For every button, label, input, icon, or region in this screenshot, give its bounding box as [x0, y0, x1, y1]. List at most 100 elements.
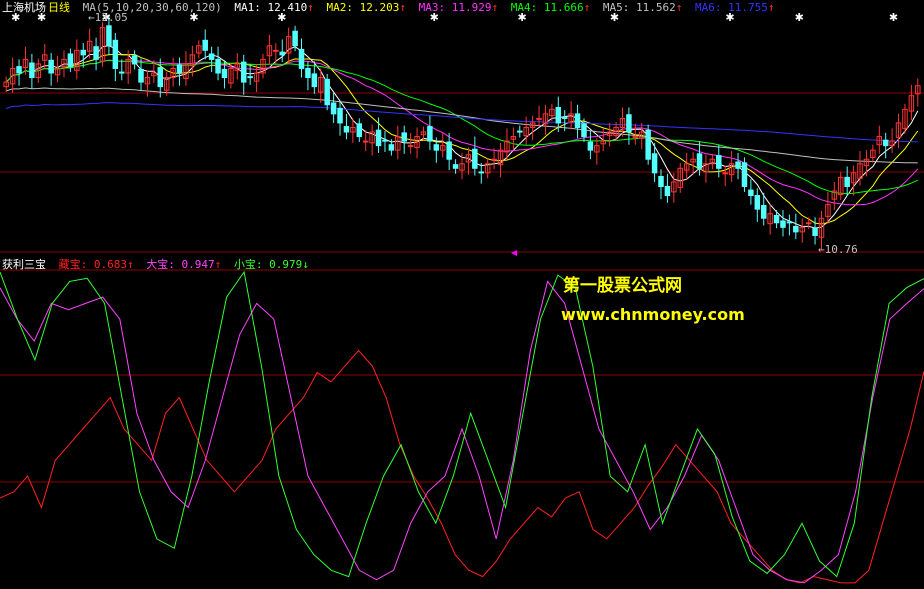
- candle-body: [716, 155, 722, 169]
- candle-body: [324, 78, 330, 106]
- candle-body: [786, 221, 793, 224]
- candle-body: [882, 139, 889, 147]
- chart-canvas[interactable]: ✱ ✱ ✱ ✱ ✱ ✱ ✱ ✱ ✱ ✱ ✱: [0, 0, 924, 589]
- candle-body: [157, 67, 164, 88]
- candle-body: [696, 153, 703, 169]
- candle-body: [382, 139, 388, 142]
- ma2-readout: MA2: 12.203↑: [326, 1, 406, 14]
- xiaobao-readout: 小宝: 0.979↓: [233, 258, 309, 271]
- candle-body: [298, 48, 305, 69]
- indicator-series-2: [0, 280, 924, 584]
- ma1-readout: MA1: 12.410↑: [234, 1, 314, 14]
- indicator-lines: [0, 270, 924, 584]
- candle-body: [292, 30, 298, 47]
- candle-body: [812, 227, 818, 236]
- candle-body: [472, 148, 478, 169]
- watermark-url: www.chnmoney.com: [561, 305, 745, 324]
- candle-body: [208, 53, 215, 60]
- ma-line-6: [6, 102, 918, 143]
- ma3-readout: MA3: 11.929↑: [418, 1, 499, 14]
- candle-body: [215, 58, 221, 74]
- candle-body: [48, 59, 54, 74]
- candle-body: [491, 158, 497, 161]
- candle-body: [67, 53, 74, 68]
- candle-body: [106, 25, 112, 47]
- candle-body: [651, 153, 658, 174]
- candle-body: [16, 66, 22, 74]
- candle-body: [202, 39, 208, 51]
- candle-body: [119, 71, 125, 74]
- indicator-series-3: [0, 270, 924, 578]
- candle-body: [176, 64, 183, 74]
- candle-body: [337, 107, 343, 124]
- candle-body: [658, 175, 664, 187]
- indicator-series-1: [0, 349, 924, 584]
- indicator-name[interactable]: 获利三宝: [2, 258, 46, 271]
- signal-star-icon: ✱: [795, 11, 804, 24]
- candle-body: [773, 215, 780, 224]
- candle-body: [517, 130, 523, 133]
- ma-line-5: [6, 87, 918, 164]
- candle-body: [555, 106, 562, 124]
- candle-body: [793, 225, 799, 233]
- candle-body: [664, 185, 671, 197]
- candle-body: [561, 116, 568, 119]
- candle-body: [247, 76, 253, 79]
- candle-body: [356, 123, 363, 138]
- candle-body: [760, 205, 767, 219]
- candle-body: [93, 46, 99, 60]
- candle-body: [29, 62, 35, 79]
- candle-body: [645, 129, 651, 160]
- candle-body: [240, 61, 247, 83]
- candle-body: [754, 195, 761, 210]
- candle-body: [741, 162, 748, 187]
- candlestick-series: [3, 14, 921, 250]
- candle-body: [581, 123, 587, 138]
- candle-body: [80, 49, 86, 56]
- candle-body: [407, 145, 414, 148]
- ma4-readout: MA4: 11.666↑: [510, 1, 591, 14]
- candle-body: [375, 129, 382, 147]
- ma6-readout: MA6: 11.755↑: [694, 1, 775, 14]
- candle-body: [112, 39, 119, 69]
- indicator-header: 获利三宝 藏宝: 0.683↑ 大宝: 0.947↑ 小宝: 0.979↓: [2, 258, 315, 271]
- ma5-readout: MA5: 11.562↑: [602, 1, 683, 14]
- candle-body: [311, 73, 318, 88]
- candle-body: [279, 51, 285, 56]
- candle-body: [273, 49, 279, 52]
- signal-star-icon: ✱: [889, 11, 898, 24]
- candle-body: [574, 113, 581, 128]
- candle-body: [131, 55, 138, 65]
- candle-body: [452, 164, 459, 169]
- candle-body: [401, 132, 407, 142]
- candle-body: [343, 126, 350, 133]
- candle-body: [735, 161, 741, 169]
- candle-body: [427, 126, 433, 142]
- candle-body: [805, 222, 812, 225]
- candle-body: [388, 144, 395, 151]
- candle-body: [446, 141, 452, 160]
- period-label[interactable]: 日线: [48, 1, 70, 14]
- high-price-label: ←13.05: [88, 11, 128, 24]
- candle-body: [330, 102, 337, 115]
- dabao-readout: 大宝: 0.947↑: [146, 258, 222, 271]
- cangbao-readout: 藏宝: 0.683↑: [58, 258, 134, 271]
- candle-body: [221, 68, 228, 79]
- candle-body: [587, 141, 594, 151]
- candle-body: [433, 144, 440, 151]
- candle-body: [362, 140, 369, 143]
- candle-body: [632, 136, 639, 139]
- stock-name[interactable]: 上海机场: [2, 1, 46, 14]
- cursor-marker-icon[interactable]: [511, 250, 517, 256]
- candle-body: [305, 67, 311, 79]
- watermark-title: 第一股票公式网: [563, 276, 682, 296]
- candle-body: [748, 189, 754, 197]
- candle-body: [844, 176, 850, 187]
- candle-body: [780, 220, 786, 228]
- candle-body: [626, 114, 632, 133]
- candle-body: [478, 171, 485, 174]
- low-price-label: ←10.76: [818, 243, 858, 256]
- grid-lines: [0, 92, 924, 483]
- candle-body: [138, 68, 144, 83]
- candle-body: [536, 117, 542, 120]
